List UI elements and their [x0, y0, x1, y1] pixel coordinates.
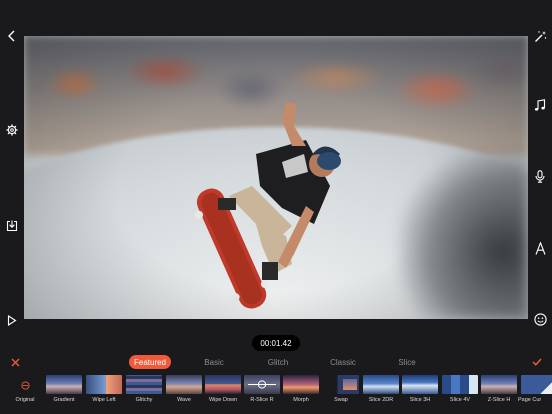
- transition-morph[interactable]: Morph: [282, 372, 320, 414]
- transition-wipe-left[interactable]: Wipe Left: [85, 372, 123, 414]
- transition-thumbnail: [126, 375, 162, 394]
- transition-glitchy[interactable]: Glitchy: [125, 372, 163, 414]
- transition-wipe-down[interactable]: Wipe Down: [204, 372, 242, 414]
- checkmark-icon: [532, 358, 542, 366]
- smiley-icon: [533, 312, 547, 326]
- chevron-left-icon: [8, 30, 15, 42]
- voiceover-button[interactable]: [532, 168, 548, 184]
- confirm-button[interactable]: [530, 355, 544, 369]
- cancel-button[interactable]: [8, 355, 22, 369]
- transition-thumbnail: [166, 375, 202, 394]
- transition-slice-2dr[interactable]: Slice 2DR: [362, 372, 400, 414]
- tab-slice[interactable]: Slice: [390, 355, 424, 369]
- play-button[interactable]: [4, 312, 20, 328]
- transition-gradient[interactable]: Gradient: [45, 372, 83, 414]
- back-button[interactable]: [4, 28, 20, 44]
- play-icon: [7, 314, 17, 326]
- text-button[interactable]: [532, 240, 548, 256]
- swap-inner-thumb: [343, 379, 357, 390]
- microphone-icon: [535, 169, 545, 183]
- transition-thumbnail: [442, 375, 478, 394]
- close-icon: [11, 358, 19, 366]
- transition-page-curl[interactable]: Page Cur: [518, 372, 552, 414]
- none-transition-icon: [19, 379, 31, 391]
- export-button[interactable]: [4, 218, 20, 234]
- magic-button[interactable]: [532, 28, 548, 44]
- download-icon: [6, 220, 18, 232]
- transition-thumbnail: [283, 375, 319, 394]
- settings-button[interactable]: [4, 122, 20, 138]
- transition-category-tabs: Featured Basic Glitch Classic Slice: [0, 352, 552, 372]
- transition-wave[interactable]: Wave: [165, 372, 203, 414]
- transition-label: Z-Slice H: [487, 397, 511, 403]
- transition-swap[interactable]: Swap: [322, 372, 360, 414]
- gear-icon: [6, 124, 18, 136]
- music-button[interactable]: [532, 97, 548, 113]
- transition-original[interactable]: Original: [6, 372, 44, 414]
- tab-basic[interactable]: Basic: [196, 355, 232, 369]
- tab-classic[interactable]: Classic: [324, 355, 362, 369]
- video-preview[interactable]: [24, 36, 528, 319]
- transition-thumbnail: [363, 375, 399, 394]
- transition-slice-3h[interactable]: Slice 3H: [401, 372, 439, 414]
- transition-thumbnail: [481, 375, 517, 394]
- transition-z-slice-h[interactable]: Z-Slice H: [480, 372, 518, 414]
- slider-handle-icon: [248, 380, 276, 389]
- tab-glitch[interactable]: Glitch: [260, 355, 296, 369]
- transition-label: Page Cur: [518, 397, 542, 403]
- transition-thumbnail: [244, 375, 280, 394]
- magic-wand-icon: [534, 30, 546, 42]
- transition-thumbnail: [402, 375, 438, 394]
- preview-vignette: [24, 36, 528, 319]
- text-icon: [534, 241, 546, 255]
- tab-featured[interactable]: Featured: [129, 355, 171, 369]
- transition-thumbnail: [86, 375, 122, 394]
- transition-thumbnail: [46, 375, 82, 394]
- sticker-button[interactable]: [532, 311, 548, 327]
- transition-thumbnail: [205, 375, 241, 394]
- music-note-icon: [534, 98, 546, 111]
- transitions-strip: Original Gradient Wipe Left Glitchy Wave…: [0, 372, 552, 414]
- playback-timestamp: 00:01.42: [252, 335, 300, 351]
- transition-thumbnail: [323, 375, 359, 394]
- transition-slice-4v[interactable]: Slice 4V: [441, 372, 479, 414]
- transition-r-slice-r[interactable]: R-Slice R: [243, 372, 281, 414]
- transition-thumbnail: [521, 375, 552, 394]
